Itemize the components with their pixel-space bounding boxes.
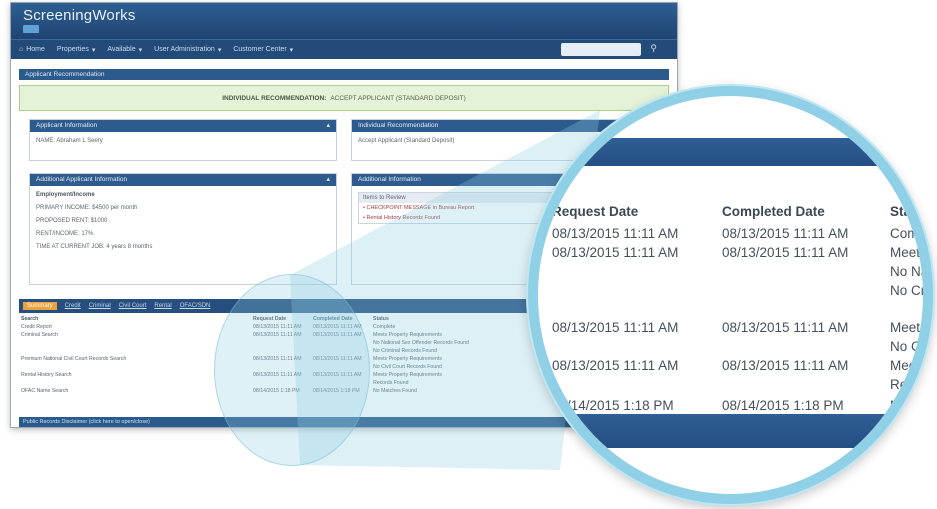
magnifier-lens: Request Date Completed Date Status 08/13…	[528, 86, 933, 504]
search-input[interactable]	[561, 43, 641, 56]
panel-title: Additional Information	[358, 176, 421, 183]
request-date-cell: 08/13/2015 11:11 AM	[552, 358, 679, 373]
tab-civil-court[interactable]: Civil Court	[119, 303, 147, 309]
status-header: Status	[890, 204, 932, 219]
nav-available-label: Available	[107, 46, 136, 53]
magnified-row: 08/13/2015 11:11 AM 08/13/2015 11:11 AM Co…	[552, 224, 930, 243]
employment-header: Employment/Income	[36, 192, 95, 198]
info-line: PRIMARY INCOME: $4500 per month	[36, 205, 138, 211]
completed-date-cell: 08/14/2015 1:18 PM	[722, 398, 844, 413]
search-icon[interactable]: ⚲	[650, 43, 657, 54]
panel-header[interactable]: Additional Applicant Information ▴	[30, 174, 336, 186]
collapse-icon[interactable]: ▴	[326, 120, 330, 132]
status-line: No Civil C	[890, 339, 931, 354]
logo: ScreeningWorks	[23, 7, 136, 24]
magnified-row: 08/13/2015 11:11 AM 08/13/2015 11:11 AM Me…	[552, 318, 931, 356]
panel-title: Applicant Information	[36, 122, 98, 129]
completed-date-header: Completed Date	[722, 204, 825, 219]
status-line: No Crimin	[890, 283, 929, 298]
table-cell: Credit Report	[21, 324, 52, 330]
magnified-header-row: Request Date Completed Date Status	[552, 204, 932, 224]
title-bar: ScreeningWorks	[11, 3, 677, 39]
nav-customer-center[interactable]: Customer Center ▾	[233, 46, 293, 54]
completed-date-cell: 08/13/2015 11:11 AM	[722, 245, 849, 260]
status-line: Records	[890, 377, 933, 392]
magnified-rows: 08/13/2015 11:11 AM 08/13/2015 11:11 AM Co…	[552, 224, 933, 415]
recommendation-label: INDIVIDUAL RECOMMENDATION:	[222, 94, 327, 102]
status-line: Meets Pro	[890, 320, 927, 335]
completed-date-cell: 08/13/2015 11:11 AM	[722, 358, 849, 373]
nav-user-admin[interactable]: User Administration ▾	[154, 46, 221, 54]
completed-date-cell: 08/13/2015 11:11 AM	[722, 320, 849, 335]
panel-title: Individual Recommendation	[358, 122, 439, 129]
column-header: Search	[21, 316, 39, 322]
request-date-cell: 08/13/2015 11:11 AM	[552, 320, 679, 335]
tab-credit[interactable]: Credit	[65, 303, 81, 309]
magnified-row: 08/14/2015 1:18 PM 08/14/2015 1:18 PM No M…	[552, 396, 933, 415]
collapse-icon[interactable]: ▴	[326, 174, 330, 186]
table-cell: Meets Property Requirements	[373, 372, 442, 378]
tab-criminal[interactable]: Criminal	[89, 303, 111, 309]
table-cell: No Civil Court Records Found	[373, 364, 442, 370]
applicant-info-panel: Applicant Information ▴ NAME: Abraham L S…	[29, 119, 337, 161]
table-cell: Complete	[373, 324, 396, 330]
info-line: PROPOSED RENT: $1000	[36, 218, 108, 224]
info-line: TIME AT CURRENT JOB: 4 years 8 months	[36, 244, 153, 250]
stage: ScreeningWorks ⌂ Home Properties ▾ Avail…	[0, 0, 937, 509]
tab-summary[interactable]: Summary	[23, 302, 57, 310]
status-line: Complete	[890, 226, 930, 241]
magnified-footer-bar	[538, 414, 923, 448]
additional-applicant-panel: Additional Applicant Information ▴ Employ…	[29, 173, 337, 285]
nav-properties[interactable]: Properties ▾	[57, 46, 95, 54]
recommendation-banner: INDIVIDUAL RECOMMENDATION: ACCEPT APPLIC…	[19, 85, 669, 111]
status-cell: Meets Pro No Civil C	[890, 318, 931, 356]
table-cell: No Criminal Records Found	[373, 348, 438, 354]
magnified-row: 08/13/2015 11:11 AM 08/13/2015 11:11 AM Me…	[552, 243, 933, 300]
request-date-header: Request Date	[552, 204, 639, 219]
nav-properties-label: Properties	[56, 46, 89, 53]
request-date-cell: 08/13/2015 11:11 AM	[552, 245, 679, 260]
table-cell: Meets Property Requirements	[373, 332, 442, 338]
completed-date-cell: 08/13/2015 11:11 AM	[722, 226, 849, 241]
table-cell: Meets Property Requirements	[373, 356, 442, 362]
magnified-header-bar	[538, 138, 923, 166]
status-line: No Nation	[890, 264, 933, 279]
info-line: RENT/INCOME: 17%	[36, 231, 94, 237]
table-cell: No Matches Found	[373, 388, 417, 394]
status-line: No Mat	[890, 398, 933, 413]
magnified-table: Request Date Completed Date Status 08/13…	[552, 204, 933, 415]
status-line: Meets Pro	[890, 358, 927, 373]
panel-title: Additional Applicant Information	[36, 176, 128, 183]
tab-rental[interactable]: Rental	[154, 303, 171, 309]
review-item-label: Rental History Records Found	[366, 215, 441, 221]
nav-available[interactable]: Available ▾	[107, 46, 142, 54]
table-cell: No National Sex Offender Records Found	[373, 340, 469, 346]
nav-user-admin-label: User Administration	[154, 46, 215, 53]
request-date-cell: 08/14/2015 1:18 PM	[552, 398, 674, 413]
source-lens	[214, 274, 370, 466]
status-line: Meets Pro	[890, 245, 927, 260]
table-cell: Records Found	[373, 380, 409, 386]
logo-badge	[23, 25, 39, 33]
recommendation-value: ACCEPT APPLICANT (STANDARD DEPOSIT)	[330, 94, 466, 102]
status-cell: No Mat	[890, 396, 933, 415]
status-cell: Complete	[890, 224, 930, 243]
request-date-cell: 08/13/2015 11:11 AM	[552, 226, 679, 241]
nav-home-label: Home	[26, 46, 45, 53]
nav-bar: ⌂ Home Properties ▾ Available ▾ User Adm…	[11, 39, 677, 59]
applicant-name: NAME: Abraham L Seery	[36, 138, 103, 144]
column-header: Status	[373, 316, 389, 322]
review-item-label: CHECKPOINT MESSAGE in Bureau Report	[366, 205, 475, 211]
section-title: Applicant Recommendation	[19, 69, 669, 80]
status-cell: Meets Pro Records	[890, 356, 933, 394]
magnified-row: 08/13/2015 11:11 AM 08/13/2015 11:11 AM Me…	[552, 356, 933, 394]
nav-home[interactable]: ⌂ Home	[19, 46, 45, 53]
status-cell: Meets Pro No Nation No Crimin	[890, 243, 933, 300]
panel-header[interactable]: Applicant Information ▴	[30, 120, 336, 132]
nav-customer-center-label: Customer Center	[233, 46, 287, 53]
tab-ofac[interactable]: OFAC/SDN	[180, 303, 211, 309]
